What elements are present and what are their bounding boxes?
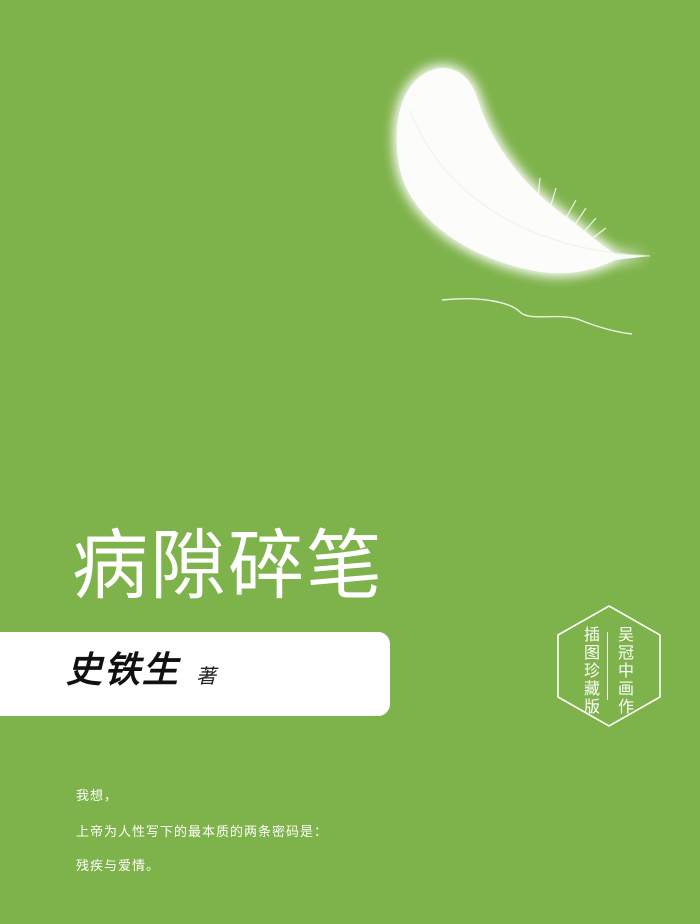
author-role: 著 xyxy=(196,664,216,688)
feather-icon xyxy=(396,68,651,335)
book-cover: 病隙碎笔 史铁生 著 吴冠中画作 插图珍藏版 我想， 上帝为人性写下的最本质的两… xyxy=(0,0,700,924)
author-name: 史铁生 xyxy=(66,649,181,691)
author-banner: 史铁生 著 xyxy=(0,632,390,716)
illustrator-credit: 吴冠中画作 xyxy=(617,625,634,716)
quote-line-2: 上帝为人性写下的最本质的两条密码是： xyxy=(76,825,329,840)
quote-line-1: 我想， xyxy=(76,789,119,804)
edition-seal: 吴冠中画作 插图珍藏版 xyxy=(554,604,664,728)
hexagon-frame-icon xyxy=(557,605,661,727)
seal-divider xyxy=(607,632,608,700)
quote-line-3: 残疾与爱情。 xyxy=(76,859,161,874)
feather-illustration xyxy=(370,50,670,350)
edition-label: 插图珍藏版 xyxy=(583,625,600,716)
book-title: 病隙碎笔 xyxy=(72,521,384,610)
